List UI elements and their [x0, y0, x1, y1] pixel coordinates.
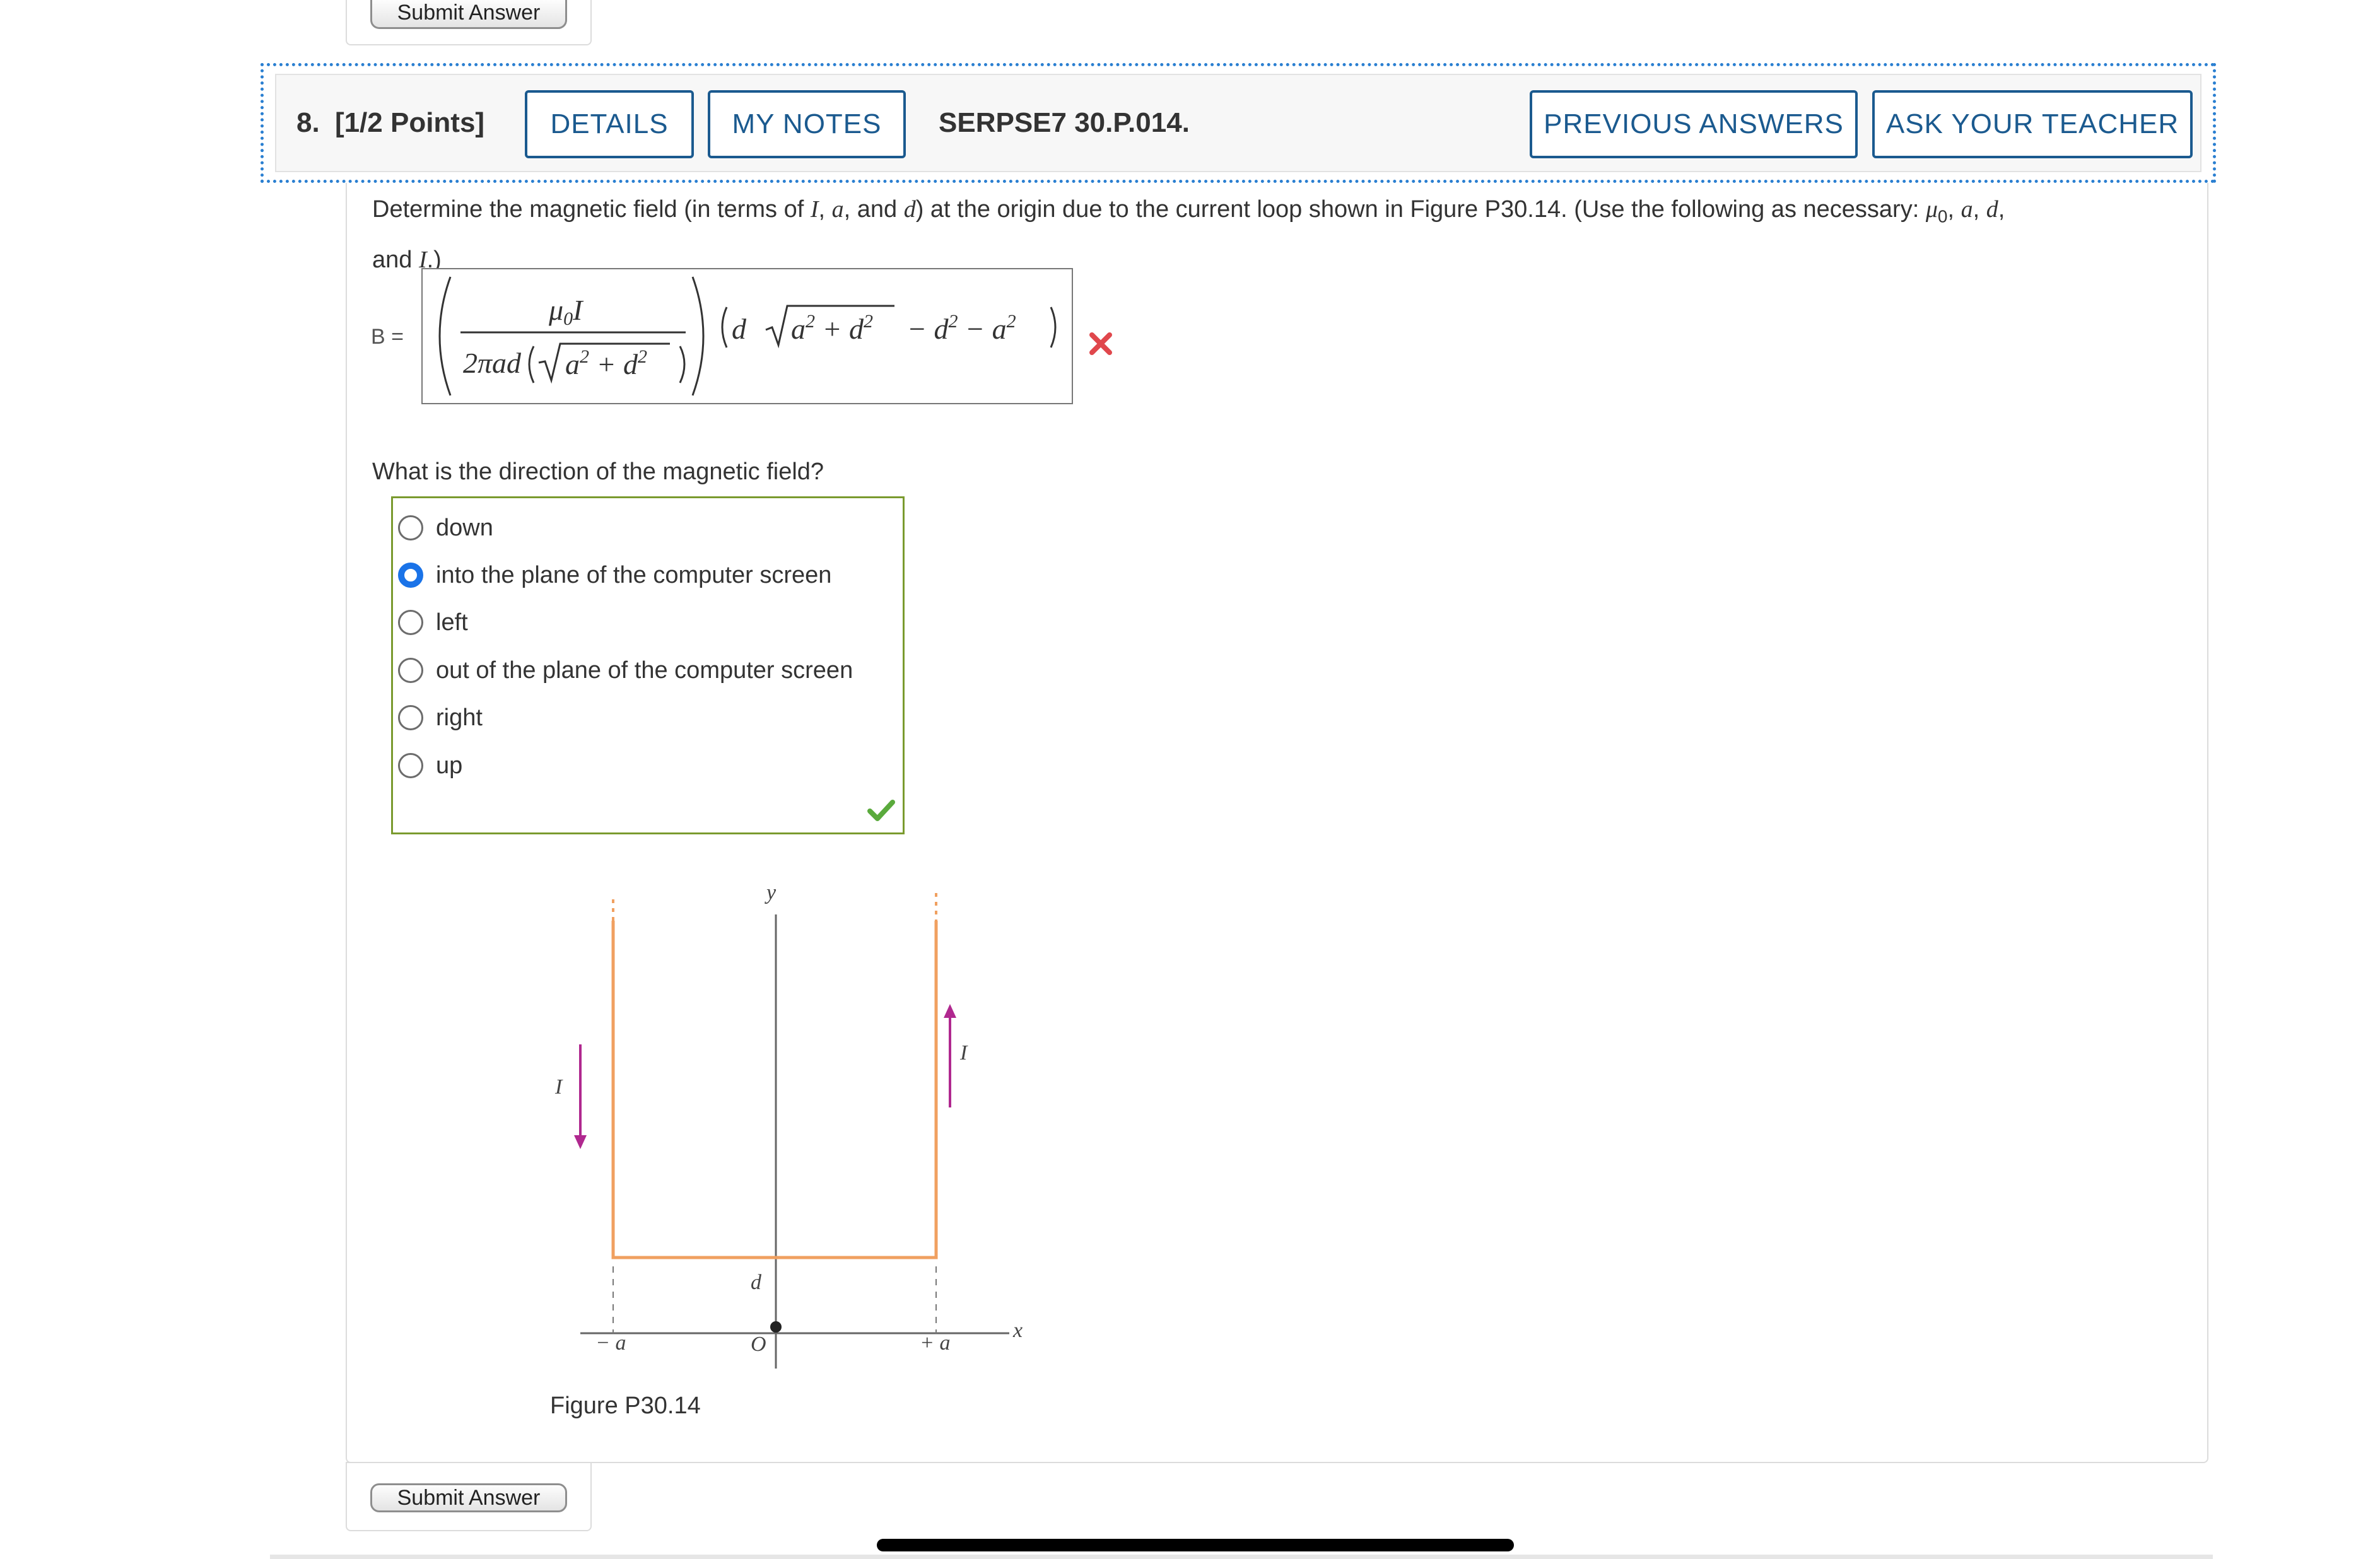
prompt-text: ,	[818, 196, 832, 223]
correct-check-icon	[867, 800, 895, 821]
my-notes-button[interactable]: MY NOTES	[708, 90, 906, 158]
choice-label: out of the plane of the computer screen	[436, 657, 853, 684]
incorrect-x-icon	[1089, 332, 1112, 355]
label-neg-a: − a	[595, 1331, 626, 1355]
question-points: [1/2 Points]	[334, 107, 485, 138]
answer-expression: μ0I 2πad a2 + d2 d a2 + d2 − d2 − a2	[438, 276, 1057, 396]
answer-input[interactable]: μ0I 2πad a2 + d2 d a2 + d2 − d2 − a2	[421, 268, 1073, 404]
ask-your-teacher-button[interactable]: ASK YOUR TEACHER	[1872, 90, 2193, 158]
submit-answer-button[interactable]: Submit Answer	[370, 1483, 567, 1512]
label-y: y	[765, 881, 777, 904]
next-section-edge	[270, 1555, 2213, 1559]
home-indicator[interactable]	[877, 1539, 1514, 1551]
figure-p30-14: y I I d O − a + a x	[554, 881, 1023, 1369]
current-loop-wire	[611, 921, 938, 1259]
question-number-points: 8. [1/2 Points]	[296, 107, 484, 139]
radio-right[interactable]	[398, 705, 423, 730]
choice-into-screen[interactable]: into the plane of the computer screen	[398, 556, 831, 594]
prompt-var-a: a	[831, 196, 844, 223]
figure-caption: Figure P30.14	[550, 1393, 701, 1419]
prompt-text: , and	[843, 196, 904, 223]
prompt-var-mu: μ	[1925, 196, 1938, 223]
svg-text:d: d	[732, 313, 747, 345]
radio-into-screen-selected[interactable]	[398, 563, 423, 588]
origin-dot	[770, 1321, 782, 1333]
previous-answers-button[interactable]: PREVIOUS ANSWERS	[1530, 90, 1858, 158]
current-arrow-up-icon	[944, 1004, 956, 1018]
radio-left[interactable]	[398, 610, 423, 635]
choice-label: into the plane of the computer screen	[436, 561, 832, 588]
prompt-text: Determine the magnetic field (in terms o…	[372, 196, 811, 223]
question-number: 8.	[296, 107, 320, 138]
question-prompt: Determine the magnetic field (in terms o…	[372, 188, 2189, 281]
label-d: d	[751, 1271, 762, 1294]
svg-text:a2 + d2: a2 + d2	[565, 346, 647, 380]
label-I-left: I	[554, 1075, 563, 1099]
choice-right[interactable]: right	[398, 699, 483, 737]
direction-choices: down into the plane of the computer scre…	[391, 496, 905, 834]
submit-answer-button-top[interactable]: Submit Answer	[370, 0, 567, 29]
prompt-text: ,	[1947, 196, 1961, 223]
prompt-text: ,	[1998, 196, 2005, 223]
svg-text:μ0I: μ0I	[548, 294, 584, 329]
choice-label: down	[436, 514, 493, 541]
choice-label: right	[436, 704, 483, 731]
prompt-var-I: I	[810, 196, 819, 223]
prompt-text: ,	[1973, 196, 1986, 223]
label-pos-a: + a	[920, 1331, 950, 1355]
prompt-var-d: d	[1986, 196, 1998, 223]
choice-left[interactable]: left	[398, 604, 468, 641]
label-x: x	[1012, 1319, 1023, 1342]
choice-down[interactable]: down	[398, 509, 493, 547]
svg-text:a2 + d2: a2 + d2	[791, 311, 873, 345]
choice-label: left	[436, 609, 468, 636]
choice-out-of-screen[interactable]: out of the plane of the computer screen	[398, 651, 853, 689]
label-O: O	[751, 1333, 766, 1356]
prompt-var-d: d	[903, 196, 916, 223]
radio-down[interactable]	[398, 515, 423, 540]
details-button[interactable]: DETAILS	[525, 90, 694, 158]
prompt-var-mu-sub: 0	[1937, 206, 1948, 226]
choice-label: up	[436, 752, 463, 779]
current-arrow-down-icon	[574, 1135, 587, 1149]
question-code: SERPSE7 30.P.014.	[939, 107, 1190, 138]
svg-text:− d2 − a2: − d2 − a2	[907, 311, 1016, 345]
svg-text:2πad: 2πad	[463, 347, 522, 379]
prompt-text: and	[372, 246, 419, 273]
label-I-right: I	[959, 1041, 968, 1065]
radio-up[interactable]	[398, 753, 423, 778]
prompt-var-a: a	[1961, 196, 1973, 223]
prompt-text: ) at the origin due to the current loop …	[915, 196, 1926, 223]
choice-up[interactable]: up	[398, 747, 462, 785]
answer-label: B =	[371, 325, 404, 349]
radio-out-of-screen[interactable]	[398, 658, 423, 683]
direction-prompt: What is the direction of the magnetic fi…	[372, 458, 824, 485]
